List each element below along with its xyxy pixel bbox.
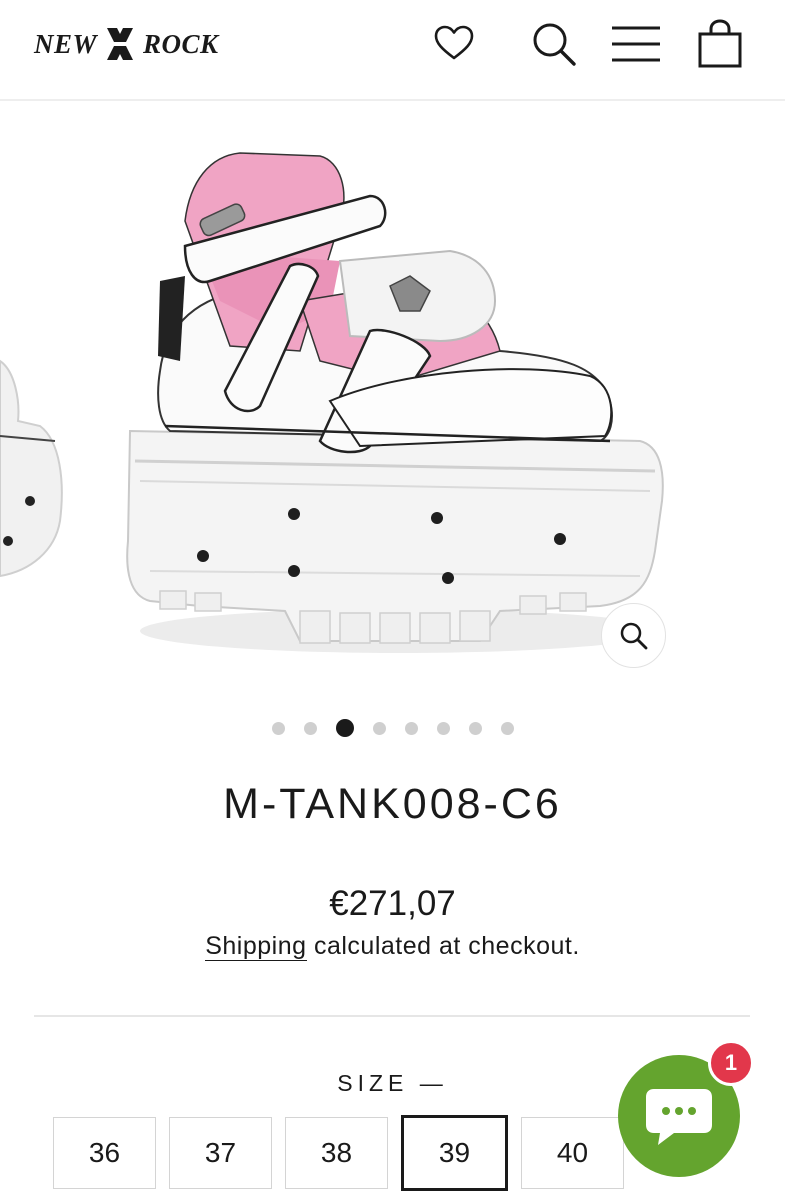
product-title: M-TANK008-C6 [223, 780, 562, 828]
gallery-dot[interactable] [404, 721, 418, 735]
gallery-pagination [0, 718, 785, 738]
search-icon [533, 23, 576, 66]
chat-bubble-icon [646, 1089, 712, 1145]
gallery-dot[interactable] [436, 721, 450, 735]
size-selector: 36 37 38 39 40 [53, 1115, 624, 1191]
menu-icon [612, 26, 660, 62]
gallery-dot[interactable] [372, 721, 386, 735]
product-gallery[interactable] [0, 101, 785, 701]
logo-text-new: NEW [34, 28, 98, 59]
heart-icon [434, 25, 474, 60]
shipping-text: calculated at checkout. [306, 932, 580, 960]
site-header: NEW ROCK [0, 0, 785, 101]
cart-button[interactable] [694, 18, 746, 70]
logo-text-rock: ROCK [143, 28, 219, 59]
size-option-39-selected[interactable]: 39 [401, 1115, 508, 1191]
previous-image-peek [0, 359, 63, 578]
gallery-dot-active[interactable] [335, 719, 354, 737]
search-button[interactable] [528, 18, 580, 70]
product-price: €271,07 [329, 884, 456, 923]
chat-unread-badge: 1 [708, 1040, 754, 1086]
size-option-40[interactable]: 40 [521, 1117, 624, 1189]
logo-mark-icon [105, 28, 136, 60]
zoom-button[interactable] [601, 603, 666, 668]
size-option-37[interactable]: 37 [169, 1117, 272, 1189]
divider [34, 1015, 750, 1017]
brand-logo[interactable]: NEW ROCK [34, 24, 219, 64]
menu-button[interactable] [610, 18, 662, 70]
zoom-icon [620, 622, 647, 649]
size-option-38[interactable]: 38 [285, 1117, 388, 1189]
gallery-dot[interactable] [468, 721, 482, 735]
product-image [0, 152, 664, 653]
gallery-dot[interactable] [500, 721, 514, 735]
bag-icon [698, 19, 742, 68]
gallery-dot[interactable] [303, 721, 317, 735]
wishlist-button[interactable] [428, 18, 480, 70]
shipping-note: Shipping calculated at checkout. [0, 932, 785, 961]
size-option-36[interactable]: 36 [53, 1117, 156, 1189]
gallery-dot[interactable] [271, 721, 285, 735]
shipping-link[interactable]: Shipping [205, 932, 307, 961]
